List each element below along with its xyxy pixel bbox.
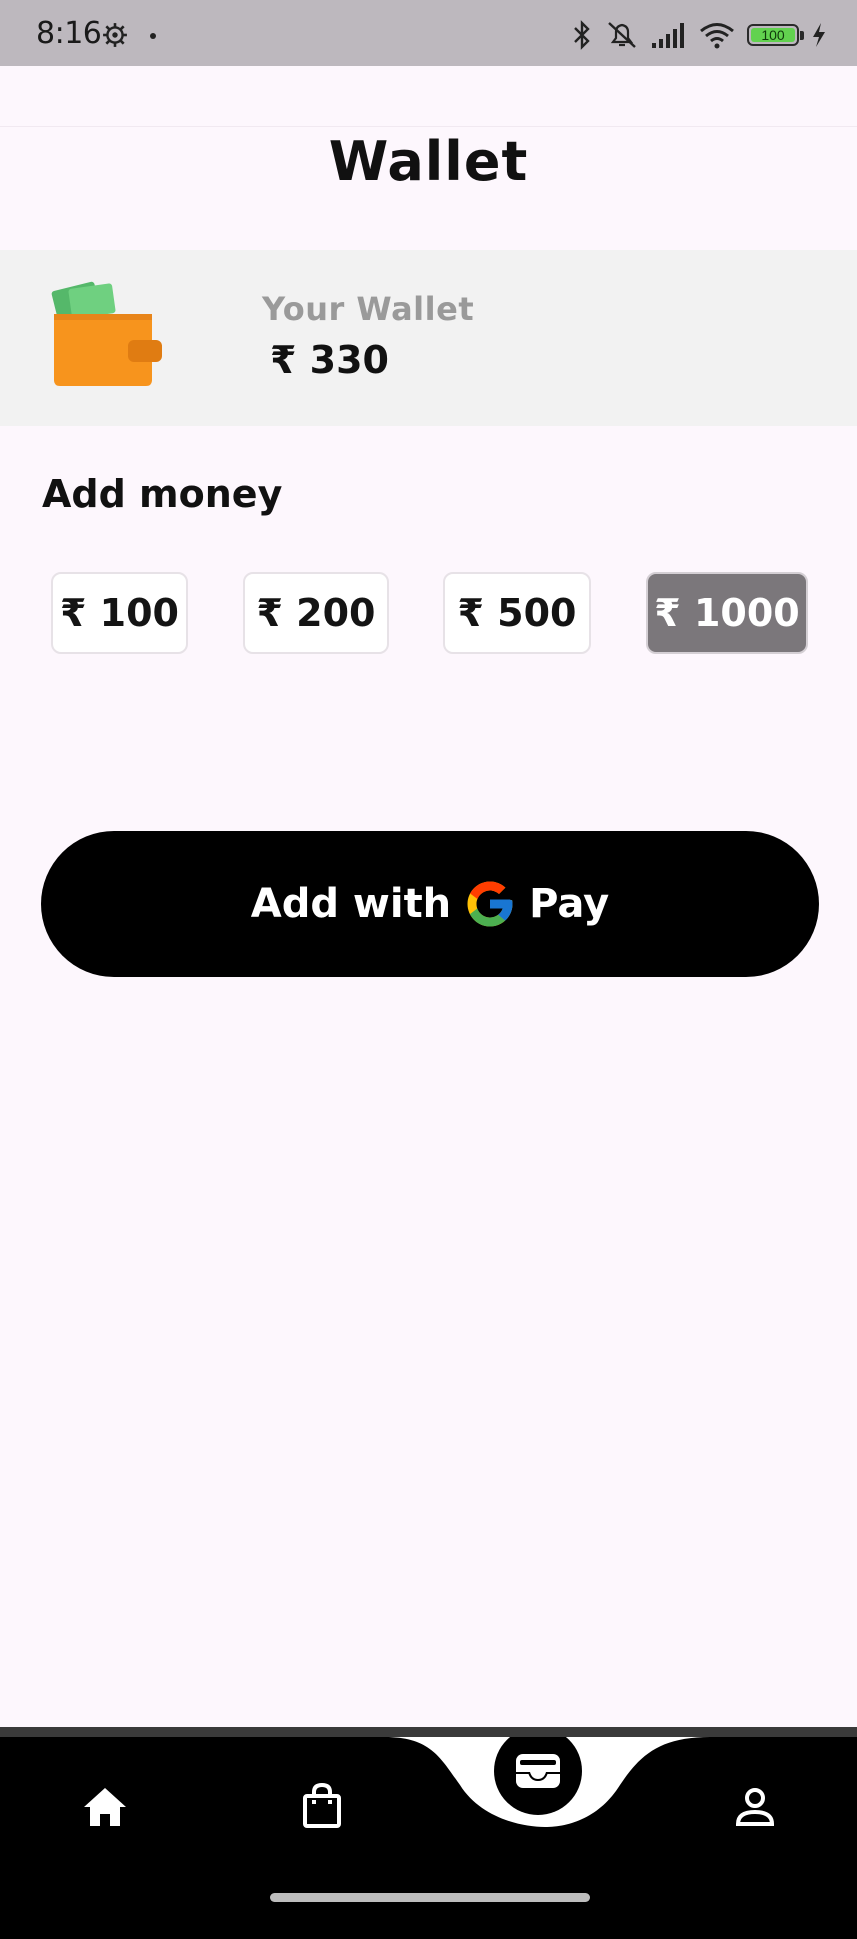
amount-chip-label: ₹ 100 <box>60 591 179 635</box>
amount-chip-label: ₹ 500 <box>457 591 577 635</box>
gear-icon <box>103 23 127 47</box>
amount-chip-200[interactable]: ₹ 200 <box>243 572 389 654</box>
bluetooth-icon <box>574 20 590 50</box>
mute-icon <box>608 22 636 48</box>
profile-icon <box>735 1788 775 1826</box>
page-title: Wallet <box>328 130 529 193</box>
amount-chip-label: ₹ 1000 <box>654 591 800 635</box>
header-divider <box>0 126 857 127</box>
nav-notch-curve <box>385 1737 710 1827</box>
amount-chip-label: ₹ 200 <box>256 591 376 635</box>
wallet-balance: ₹ 330 <box>270 338 389 382</box>
nav-shop[interactable] <box>292 1775 352 1835</box>
charging-icon <box>813 23 825 47</box>
wallet-balance-card: Your Wallet ₹ 330 <box>0 250 857 426</box>
nav-profile[interactable] <box>725 1777 785 1837</box>
add-with-gpay-button[interactable]: Add with Pay <box>41 831 819 977</box>
home-icon <box>84 1788 126 1826</box>
bottom-navigation <box>0 1737 857 1939</box>
wallet-icon <box>51 281 162 386</box>
google-g-icon <box>467 881 513 927</box>
home-indicator[interactable] <box>270 1893 590 1902</box>
amount-chip-500[interactable]: ₹ 500 <box>443 572 591 654</box>
notification-dot <box>150 33 156 39</box>
nav-home[interactable] <box>75 1777 135 1837</box>
wallet-icon <box>516 1754 560 1788</box>
status-time: 8:16 <box>36 16 102 51</box>
signal-icon <box>652 23 684 48</box>
battery-level: 100 <box>751 28 795 42</box>
wallet-label: Your Wallet <box>262 290 475 328</box>
amount-chip-1000[interactable]: ₹ 1000 <box>646 572 808 654</box>
gpay-button-prefix: Add with <box>250 881 452 927</box>
gpay-button-suffix: Pay <box>529 881 610 927</box>
status-icons: 100 <box>571 18 827 52</box>
add-money-title: Add money <box>42 472 283 516</box>
shopping-bag-icon <box>303 1782 341 1828</box>
status-bar: 8:16 100 <box>0 0 857 66</box>
battery-icon: 100 <box>747 24 804 46</box>
wifi-icon <box>700 23 734 49</box>
amount-chip-100[interactable]: ₹ 100 <box>51 572 188 654</box>
